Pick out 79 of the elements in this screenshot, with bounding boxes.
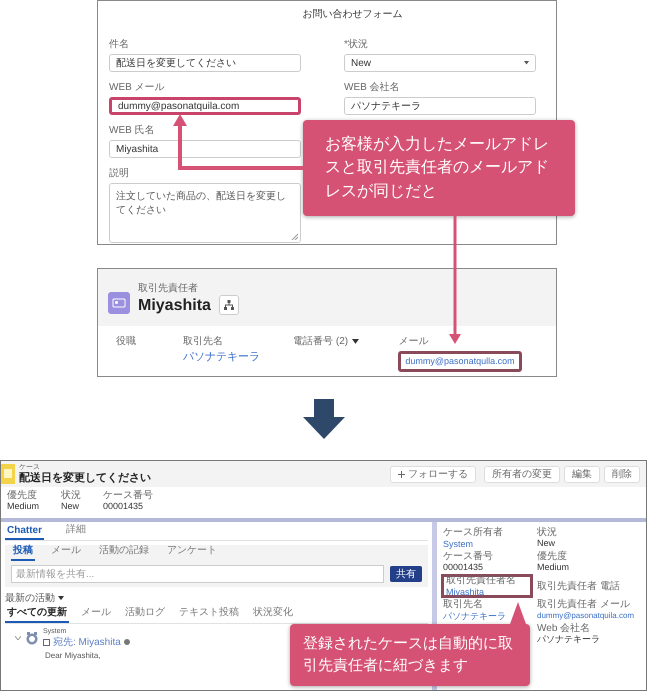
tab[interactable]: アンケート (165, 543, 219, 561)
column-label: メール (398, 336, 430, 347)
field-label: 優先度 (7, 490, 38, 501)
field-value: Medium (537, 563, 570, 573)
down-arrow-icon (302, 398, 344, 438)
callout: 登録されたケースは自動的に取引先責任者に紐づきます (290, 624, 530, 686)
tab[interactable]: メール (49, 543, 83, 561)
field-label: 状況 (61, 490, 82, 501)
field-label: 優先度 (537, 551, 568, 562)
tab[interactable]: すべての更新 (5, 605, 69, 623)
input-field[interactable]: Miyashita (109, 140, 301, 158)
field-link[interactable]: dummy@pasonatquila.com (537, 611, 634, 621)
action-button[interactable]: 所有者の変更 (484, 466, 560, 482)
field-label: *状況 (344, 39, 369, 51)
dot-icon (124, 639, 130, 646)
tab[interactable]: Chatter (5, 525, 44, 540)
share-input[interactable]: 最新情報を共有... (11, 565, 384, 583)
robot-avatar-icon (25, 630, 39, 645)
field-label: WEB メール (109, 82, 166, 94)
field-label: 取引先責任者 電話 (537, 580, 621, 592)
column-label: 電話番号 (2) (293, 336, 398, 347)
field-value: パソナテキーラ (537, 635, 601, 645)
action-button[interactable]: 編集 (564, 466, 600, 482)
callout: お客様が入力したメールアドレスと取引先責任者のメールアドレスが同じだと (303, 120, 575, 216)
share-button[interactable]: 共有 (390, 566, 422, 582)
form-title: お問い合わせフォーム (302, 8, 402, 21)
field-label: ケース番号 (103, 490, 154, 501)
field-label: 状況 (537, 527, 558, 538)
contact-name: Miyashita (138, 296, 211, 314)
caret-icon (524, 61, 529, 65)
field-label: WEB 氏名 (109, 125, 156, 137)
contact-link[interactable]: パソナテキーラ (183, 351, 260, 364)
field-label: 取引先責任者名 (446, 574, 517, 586)
input-field[interactable]: dummy@pasonatquila.com (109, 97, 301, 115)
hierarchy-button[interactable] (218, 294, 239, 314)
contact-card-icon (108, 292, 130, 314)
field-label: ケース所有者 (443, 526, 504, 538)
field-label: Web 会社名 (537, 623, 592, 634)
action-button[interactable]: 削除 (604, 466, 640, 482)
caret-icon (58, 596, 64, 600)
tab[interactable]: 活動の記録 (97, 543, 151, 561)
feed-recipient: 宛先: Miyashita (53, 636, 121, 648)
arrow (510, 602, 526, 624)
sort-dropdown[interactable]: 最新の活動 (5, 591, 64, 605)
select-field[interactable]: New (344, 54, 536, 72)
field-label: 取引先名 (443, 598, 484, 610)
column-label: 取引先名 (183, 336, 224, 347)
tab[interactable]: 活動ログ (123, 605, 167, 623)
case-title: 配送日を変更してください (19, 472, 152, 484)
contact-link[interactable]: dummy@pasonatqulla.com (398, 351, 522, 372)
field-label: WEB 会社名 (344, 82, 401, 94)
plus-icon (398, 470, 405, 478)
chevron-icon (15, 636, 21, 640)
field-link[interactable]: パソナテキーラ (443, 610, 506, 622)
object-label: 取引先責任者 (138, 282, 199, 294)
field-label: 件名 (109, 39, 130, 51)
field-value: 00001435 (103, 502, 144, 512)
input-field[interactable]: パソナテキーラ (344, 97, 536, 115)
field-value: 00001435 (443, 563, 484, 573)
field-link[interactable]: System (443, 538, 474, 550)
field-label: 説明 (109, 168, 130, 180)
field-value: New (537, 539, 556, 549)
tab[interactable]: 状況変化 (251, 605, 295, 623)
field-value: Medium (7, 502, 40, 512)
field-link[interactable]: Miyashita (446, 586, 484, 598)
action-button[interactable]: フォローする (390, 466, 476, 482)
field-label: ケース番号 (443, 551, 494, 562)
field-value: New (61, 502, 80, 512)
tab[interactable]: テキスト投稿 (177, 605, 241, 623)
hierarchy-icon (224, 300, 234, 310)
column-label: 役職 (116, 336, 137, 347)
tab[interactable]: 詳細 (64, 522, 88, 540)
tab[interactable]: 投稿 (11, 543, 35, 561)
resize-grip-icon (291, 233, 298, 240)
feed-body: Dear Miyashita, (45, 652, 102, 660)
text-area[interactable]: 注文していた商品の、配送日を変更してください (109, 183, 301, 243)
field-label: 取引先責任者 メール (537, 599, 631, 610)
input-field[interactable]: 配送日を変更してください (109, 54, 301, 72)
tab[interactable]: メール (79, 605, 113, 623)
